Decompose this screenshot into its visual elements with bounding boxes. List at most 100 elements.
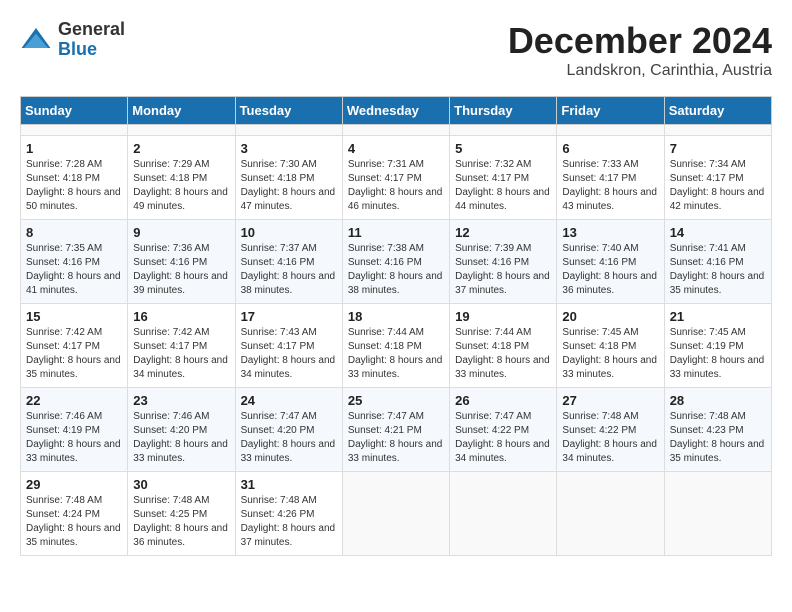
logo-general-text: General [58,20,125,40]
day-number: 14 [670,225,766,240]
calendar-cell: 14 Sunrise: 7:41 AMSunset: 4:16 PMDayligh… [664,220,771,304]
day-header-wednesday: Wednesday [342,97,449,125]
logo: General Blue [20,20,125,60]
page-header: General Blue December 2024 Landskron, Ca… [20,20,772,80]
day-number: 28 [670,393,766,408]
day-header-friday: Friday [557,97,664,125]
calendar-week-row: 15 Sunrise: 7:42 AMSunset: 4:17 PMDayligh… [21,304,772,388]
day-number: 11 [348,225,444,240]
day-number: 15 [26,309,122,324]
day-number: 24 [241,393,337,408]
day-header-saturday: Saturday [664,97,771,125]
day-info: Sunrise: 7:46 AMSunset: 4:20 PMDaylight:… [133,410,229,466]
day-number: 6 [562,141,658,156]
day-number: 1 [26,141,122,156]
calendar-cell: 8Sunrise: 7:35 AMSunset: 4:16 PMDaylight… [21,220,128,304]
calendar-cell [235,125,342,136]
calendar-week-row [21,125,772,136]
day-header-monday: Monday [128,97,235,125]
calendar-cell: 25Sunrise: 7:47 AMSunset: 4:21 PMDayligh… [342,388,449,472]
day-header-tuesday: Tuesday [235,97,342,125]
day-info: Sunrise: 7:34 AMSunset: 4:17 PMDaylight:… [670,158,766,214]
day-number: 23 [133,393,229,408]
calendar-cell: 6 Sunrise: 7:33 AMSunset: 4:17 PMDaylight… [557,136,664,220]
calendar-cell: 29 Sunrise: 7:48 AMSunset: 4:24 PMDayligh… [21,472,128,556]
day-info: Sunrise: 7:44 AMSunset: 4:18 PMDaylight:… [455,326,551,382]
day-info: Sunrise: 7:48 AMSunset: 4:26 PMDaylight:… [241,494,337,550]
day-number: 5 [455,141,551,156]
calendar-cell [664,125,771,136]
day-number: 9 [133,225,229,240]
day-number: 22 [26,393,122,408]
day-info: Sunrise: 7:28 AMSunset: 4:18 PMDaylight:… [26,158,122,214]
day-number: 10 [241,225,337,240]
calendar-cell: 13 Sunrise: 7:40 AMSunset: 4:16 PMDayligh… [557,220,664,304]
day-info: Sunrise: 7:33 AMSunset: 4:17 PMDaylight:… [562,158,658,214]
location-subtitle: Landskron, Carinthia, Austria [508,62,772,80]
day-info: Sunrise: 7:48 AMSunset: 4:22 PMDaylight:… [562,410,658,466]
calendar-cell: 21 Sunrise: 7:45 AMSunset: 4:19 PMDayligh… [664,304,771,388]
calendar-cell: 22Sunrise: 7:46 AMSunset: 4:19 PMDayligh… [21,388,128,472]
day-number: 17 [241,309,337,324]
day-number: 19 [455,309,551,324]
calendar-cell: 1 Sunrise: 7:28 AMSunset: 4:18 PMDaylight… [21,136,128,220]
day-info: Sunrise: 7:44 AMSunset: 4:18 PMDaylight:… [348,326,444,382]
day-info: Sunrise: 7:41 AMSunset: 4:16 PMDaylight:… [670,242,766,298]
day-info: Sunrise: 7:47 AMSunset: 4:20 PMDaylight:… [241,410,337,466]
day-number: 26 [455,393,551,408]
logo-icon [20,24,52,56]
calendar-cell: 17Sunrise: 7:43 AMSunset: 4:17 PMDayligh… [235,304,342,388]
calendar-cell: 27 Sunrise: 7:48 AMSunset: 4:22 PMDayligh… [557,388,664,472]
day-number: 21 [670,309,766,324]
day-info: Sunrise: 7:31 AMSunset: 4:17 PMDaylight:… [348,158,444,214]
calendar-cell: 5Sunrise: 7:32 AMSunset: 4:17 PMDaylight… [450,136,557,220]
day-info: Sunrise: 7:37 AMSunset: 4:16 PMDaylight:… [241,242,337,298]
calendar-cell [664,472,771,556]
day-info: Sunrise: 7:30 AMSunset: 4:18 PMDaylight:… [241,158,337,214]
title-block: December 2024 Landskron, Carinthia, Aust… [508,20,772,80]
day-number: 27 [562,393,658,408]
calendar-cell [450,125,557,136]
calendar-cell: 16Sunrise: 7:42 AMSunset: 4:17 PMDayligh… [128,304,235,388]
day-number: 18 [348,309,444,324]
day-info: Sunrise: 7:38 AMSunset: 4:16 PMDaylight:… [348,242,444,298]
calendar-cell: 4 Sunrise: 7:31 AMSunset: 4:17 PMDaylight… [342,136,449,220]
day-number: 2 [133,141,229,156]
calendar-cell: 15 Sunrise: 7:42 AMSunset: 4:17 PMDayligh… [21,304,128,388]
day-number: 31 [241,477,337,492]
day-info: Sunrise: 7:48 AMSunset: 4:23 PMDaylight:… [670,410,766,466]
calendar-cell [557,125,664,136]
calendar-week-row: 8Sunrise: 7:35 AMSunset: 4:16 PMDaylight… [21,220,772,304]
calendar-table: SundayMondayTuesdayWednesdayThursdayFrid… [20,96,772,556]
day-number: 13 [562,225,658,240]
day-number: 12 [455,225,551,240]
calendar-cell: 30Sunrise: 7:48 AMSunset: 4:25 PMDayligh… [128,472,235,556]
calendar-cell [128,125,235,136]
day-number: 20 [562,309,658,324]
day-info: Sunrise: 7:48 AMSunset: 4:24 PMDaylight:… [26,494,122,550]
day-number: 16 [133,309,229,324]
day-number: 7 [670,141,766,156]
month-title: December 2024 [508,20,772,62]
day-info: Sunrise: 7:45 AMSunset: 4:19 PMDaylight:… [670,326,766,382]
day-info: Sunrise: 7:39 AMSunset: 4:16 PMDaylight:… [455,242,551,298]
calendar-cell: 12 Sunrise: 7:39 AMSunset: 4:16 PMDayligh… [450,220,557,304]
calendar-cell: 18 Sunrise: 7:44 AMSunset: 4:18 PMDayligh… [342,304,449,388]
calendar-cell: 2Sunrise: 7:29 AMSunset: 4:18 PMDaylight… [128,136,235,220]
calendar-cell [342,125,449,136]
day-number: 30 [133,477,229,492]
day-info: Sunrise: 7:42 AMSunset: 4:17 PMDaylight:… [26,326,122,382]
calendar-cell: 31 Sunrise: 7:48 AMSunset: 4:26 PMDayligh… [235,472,342,556]
day-number: 4 [348,141,444,156]
calendar-cell: 26Sunrise: 7:47 AMSunset: 4:22 PMDayligh… [450,388,557,472]
day-number: 29 [26,477,122,492]
calendar-cell: 23 Sunrise: 7:46 AMSunset: 4:20 PMDayligh… [128,388,235,472]
day-info: Sunrise: 7:40 AMSunset: 4:16 PMDaylight:… [562,242,658,298]
calendar-header-row: SundayMondayTuesdayWednesdayThursdayFrid… [21,97,772,125]
day-info: Sunrise: 7:35 AMSunset: 4:16 PMDaylight:… [26,242,122,298]
calendar-cell [342,472,449,556]
calendar-week-row: 1 Sunrise: 7:28 AMSunset: 4:18 PMDaylight… [21,136,772,220]
calendar-cell: 7 Sunrise: 7:34 AMSunset: 4:17 PMDaylight… [664,136,771,220]
day-info: Sunrise: 7:47 AMSunset: 4:21 PMDaylight:… [348,410,444,466]
calendar-cell [557,472,664,556]
